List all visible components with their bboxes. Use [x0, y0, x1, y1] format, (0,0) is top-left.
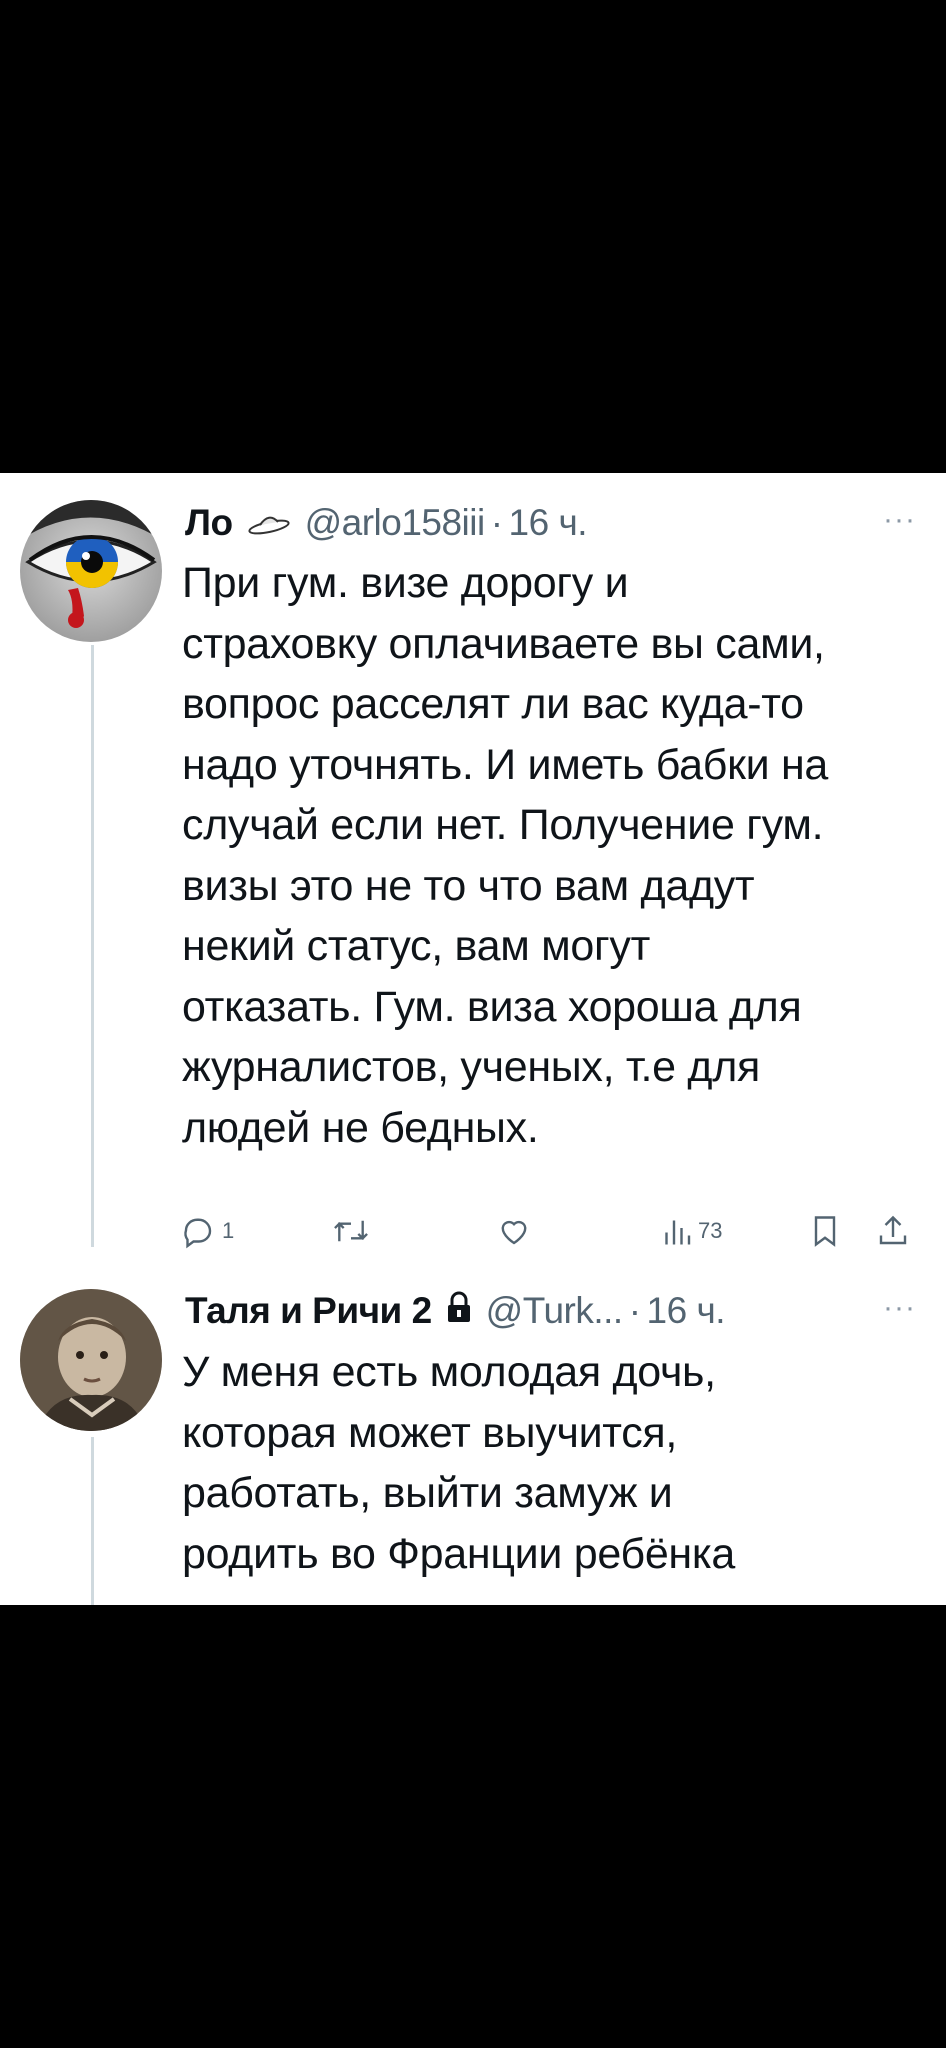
retweet-icon — [334, 1220, 368, 1242]
tweet-text-line: страховку оплачиваете вы сами, — [182, 619, 825, 668]
bookmark-icon — [814, 1216, 836, 1247]
avatar[interactable] — [20, 1289, 162, 1431]
timestamp[interactable]: 16 ч. — [509, 502, 588, 544]
views-button[interactable]: 73 — [662, 1201, 722, 1261]
ufo-icon — [247, 502, 291, 544]
tweet-text-line: некий статус, вам могут — [182, 922, 650, 970]
avatar[interactable] — [20, 500, 162, 642]
retweet-button[interactable] — [332, 1201, 376, 1261]
more-options-icon[interactable]: ··· — [883, 1291, 916, 1325]
separator-dot: · — [490, 502, 503, 543]
tweet-header: Таля и Ричи 2 @Turk... · 16 ч. — [185, 1286, 726, 1336]
tweet-text-line: работать, выйти замуж и — [182, 1469, 673, 1517]
more-options-icon[interactable]: ··· — [883, 503, 916, 537]
tweet-text-line: которая может выучится, — [182, 1408, 678, 1457]
tweet-text-line: случай если нет. Получение гум. — [182, 801, 824, 849]
thread-line — [91, 645, 94, 1247]
tweet-text-line: надо уточнять. И иметь бабки на — [182, 740, 829, 789]
user-handle[interactable]: @Turk... — [486, 1290, 624, 1332]
reply-count: 1 — [222, 1218, 235, 1243]
tweet-header: Ло @arlo158iii · 16 ч. — [185, 498, 588, 548]
tweet-thread-card: Ло @arlo158iii · 16 ч. ··· При гум. визе… — [0, 473, 946, 1605]
timestamp[interactable]: 16 ч. — [647, 1290, 726, 1332]
share-icon — [879, 1215, 907, 1245]
heart-icon — [501, 1220, 527, 1245]
views-chart-icon — [665, 1220, 691, 1245]
child-photo-avatar-image — [20, 1289, 162, 1431]
tweet-text-line: У меня есть молодая дочь, — [182, 1348, 716, 1396]
tweet-actions-bar: 1 73 — [180, 1201, 920, 1261]
tweet-text: При гум. визе дорогу и страховку оплачив… — [182, 553, 922, 1158]
separator-dot: · — [628, 1290, 641, 1331]
reply-button[interactable]: 1 — [180, 1201, 234, 1261]
tweet-text-line: визы это не то что вам дадут — [182, 861, 755, 910]
tweet-text-line: При гум. визе дорогу и — [182, 559, 629, 607]
tweet-text-line: людей не бедных. — [182, 1103, 539, 1152]
tweet-text-line: отказать. Гум. виза хороша для — [182, 982, 802, 1031]
bookmark-button[interactable] — [808, 1201, 842, 1261]
display-name[interactable]: Ло — [185, 502, 233, 544]
tweet-text-line: вопрос расселят ли вас куда-то — [182, 680, 804, 728]
thread-line — [91, 1437, 94, 1605]
reply-icon — [184, 1218, 212, 1249]
display-name[interactable]: Таля и Ричи 2 — [185, 1290, 432, 1332]
tweet-text-line: родить во Франции ребёнка — [182, 1529, 735, 1578]
eye-avatar-image — [20, 500, 162, 642]
lock-icon — [446, 1290, 472, 1332]
tweet-text: У меня есть молодая дочь, которая может … — [182, 1342, 922, 1584]
like-button[interactable] — [496, 1201, 538, 1261]
user-handle[interactable]: @arlo158iii — [305, 502, 486, 544]
tweet-text-line: журналистов, ученых, т.е для — [182, 1043, 760, 1091]
share-button[interactable] — [876, 1201, 910, 1261]
views-count: 73 — [698, 1218, 723, 1243]
